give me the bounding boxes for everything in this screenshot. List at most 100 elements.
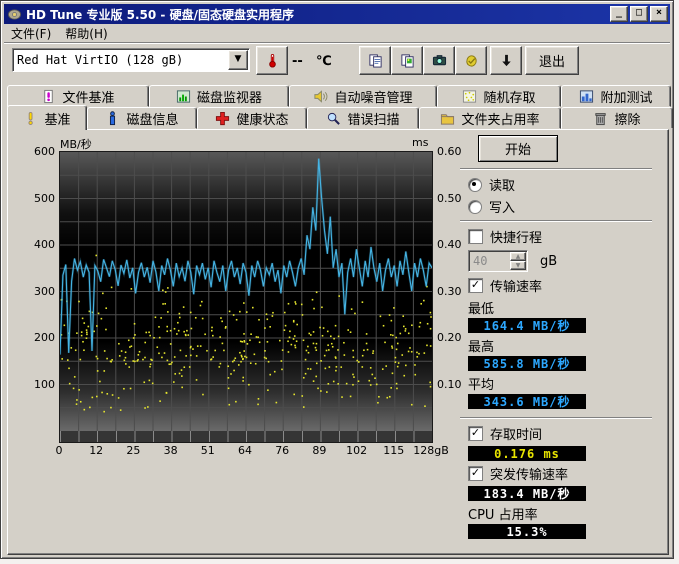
tab-disk-info[interactable]: 磁盘信息: [87, 107, 197, 129]
copy-text-button[interactable]: [359, 46, 391, 75]
access-time-row[interactable]: 存取时间: [468, 424, 660, 443]
x-tick: 64: [238, 444, 252, 457]
save-results-button[interactable]: [455, 46, 487, 75]
min-value-display: 164.4 MB/秒: [468, 318, 586, 333]
short-stroke-size-row: 40 ▲ ▼ gB: [468, 250, 660, 272]
title-bar[interactable]: HD Tune 专业版 5.50 - 硬盘/固态硬盘实用程序 _ □ ×: [4, 4, 670, 24]
max-label: 最高: [468, 336, 660, 355]
write-radio[interactable]: [468, 200, 482, 214]
max-value-display: 585.8 MB/秒: [468, 356, 586, 371]
y-right-tick: 0.30: [437, 285, 462, 298]
x-axis-strip: [59, 431, 433, 443]
access-time-checkbox[interactable]: [468, 426, 483, 441]
tab-erase[interactable]: 擦除: [561, 107, 673, 129]
burst-rate-checkbox[interactable]: [468, 466, 483, 481]
y-left-tick: 200: [34, 331, 55, 344]
hand-icon: [464, 53, 479, 68]
thermometer-icon: [265, 53, 280, 68]
avg-label: 平均: [468, 374, 660, 393]
camera-icon: [432, 53, 447, 68]
x-tick: 0: [56, 444, 63, 457]
erase-icon: [593, 111, 608, 126]
tab-folder-usage[interactable]: 文件夹占用率: [419, 107, 561, 129]
short-stroke-checkbox[interactable]: [468, 229, 483, 244]
down-arrow-icon: [499, 53, 514, 68]
y-right-tick: 0.50: [437, 192, 462, 205]
transfer-rate-row[interactable]: 传输速率: [468, 276, 660, 295]
tab-label: 磁盘信息: [126, 109, 178, 128]
burst-rate-row[interactable]: 突发传输速率: [468, 464, 660, 483]
separator: [460, 417, 652, 419]
download-button[interactable]: [490, 46, 522, 75]
spinner-down-icon[interactable]: ▼: [510, 261, 526, 270]
copy-icon: [368, 53, 383, 68]
desktop: HD Tune 专业版 5.50 - 硬盘/固态硬盘实用程序 _ □ × 文件(…: [0, 0, 679, 564]
y-left-tick: 500: [34, 192, 55, 205]
read-radio-row[interactable]: 读取: [468, 175, 660, 194]
minimize-button[interactable]: _: [610, 6, 628, 22]
plot-area: [59, 151, 433, 432]
temperature-button[interactable]: [256, 46, 288, 75]
drive-select[interactable]: Red Hat VirtIO (128 gB) ▼: [12, 48, 250, 72]
read-radio-label: 读取: [489, 175, 515, 194]
separator: [460, 168, 652, 170]
tab-label: 磁盘监视器: [197, 87, 262, 106]
screenshot-button[interactable]: [423, 46, 455, 75]
copy-image-button[interactable]: [391, 46, 423, 75]
file-benchmark-icon: [41, 89, 56, 104]
tab-label: 文件夹占用率: [461, 109, 539, 128]
tab-label: 基准: [44, 109, 70, 128]
tab-file-benchmark[interactable]: 文件基准: [7, 85, 149, 107]
benchmark-icon: [23, 111, 38, 126]
x-tick: 51: [201, 444, 215, 457]
transfer-rate-checkbox[interactable]: [468, 278, 483, 293]
tab-disk-monitor[interactable]: 磁盘监视器: [149, 85, 289, 107]
tab-label: 健康状态: [236, 109, 288, 128]
y-right-tick: 0.20: [437, 331, 462, 344]
transfer-rate-label: 传输速率: [490, 276, 542, 295]
toolbar: Red Hat VirtIO (128 gB) ▼ -- ℃: [4, 43, 670, 79]
burst-rate-label: 突发传输速率: [490, 464, 568, 483]
tab-row-lower: 基准 磁盘信息 健康状态 错误扫描: [7, 107, 673, 129]
cpu-usage-display: 15.3%: [468, 524, 586, 539]
y-right-tick: 0.40: [437, 238, 462, 251]
disk-info-icon: [105, 111, 120, 126]
read-radio[interactable]: [468, 178, 482, 192]
access-time-label: 存取时间: [490, 424, 542, 443]
tab-health[interactable]: 健康状态: [197, 107, 307, 129]
x-tick: 38: [164, 444, 178, 457]
tab-label: 擦除: [614, 109, 640, 128]
temperature-value: --: [292, 54, 303, 69]
exit-button[interactable]: 退出: [525, 46, 579, 75]
copy-image-icon: [400, 53, 415, 68]
close-button[interactable]: ×: [650, 6, 668, 22]
chevron-down-icon[interactable]: ▼: [228, 50, 248, 70]
min-label: 最低: [468, 298, 660, 317]
tab-label: 附加测试: [600, 87, 652, 106]
tab-extra-tests[interactable]: 附加测试: [561, 85, 671, 107]
benchmark-plot-svg: [60, 152, 432, 431]
error-scan-icon: [326, 111, 341, 126]
y-left-tick: 300: [34, 285, 55, 298]
start-button[interactable]: 开始: [478, 135, 558, 162]
y-left-tick-labels: 600500400300200100: [28, 151, 55, 430]
tab-random-access[interactable]: 随机存取: [437, 85, 561, 107]
short-stroke-size-input[interactable]: 40 ▲ ▼: [468, 250, 528, 272]
tab-benchmark[interactable]: 基准: [7, 105, 87, 130]
benchmark-page: MB/秒 ms 600500400300200100 0.600.500.400…: [7, 129, 669, 555]
tab-label: 随机存取: [483, 87, 535, 106]
tab-row-upper: 文件基准 磁盘监视器 自动噪音管理 随机存取: [7, 85, 671, 107]
tab-label: 自动噪音管理: [334, 87, 412, 106]
menu-file[interactable]: 文件(F): [4, 24, 58, 43]
spinner-up-icon[interactable]: ▲: [510, 252, 526, 261]
menu-help[interactable]: 帮助(H): [58, 24, 114, 43]
window-title: HD Tune 专业版 5.50 - 硬盘/固态硬盘实用程序: [26, 6, 294, 23]
short-stroke-row[interactable]: 快捷行程: [468, 227, 660, 246]
tab-error-scan[interactable]: 错误扫描: [307, 107, 419, 129]
benchmark-chart: MB/秒 ms 600500400300200100 0.600.500.400…: [8, 130, 468, 554]
maximize-button[interactable]: □: [630, 6, 648, 22]
write-radio-row[interactable]: 写入: [468, 197, 660, 216]
tab-acoustic-management[interactable]: 自动噪音管理: [289, 85, 437, 107]
avg-value-display: 343.6 MB/秒: [468, 394, 586, 409]
short-stroke-size-value: 40: [469, 251, 509, 271]
